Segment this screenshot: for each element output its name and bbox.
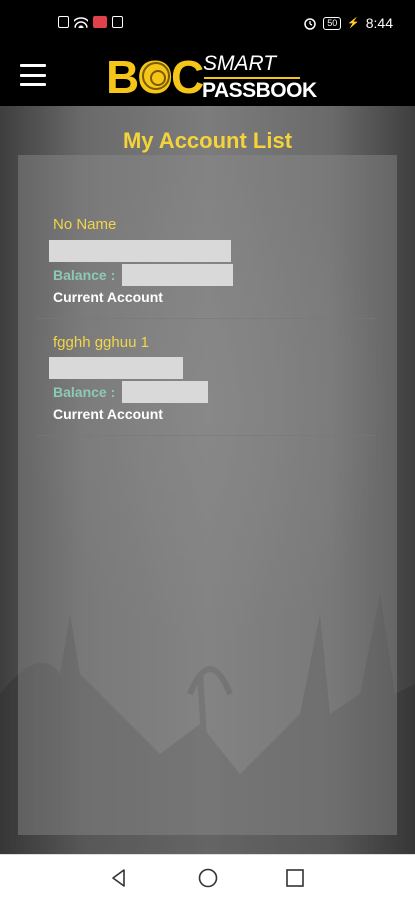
battery-icon: 50 [323,16,342,30]
balance-value-redacted [122,264,233,286]
sim-icon [58,16,69,28]
home-circle-icon[interactable] [197,867,219,889]
recents-square-icon[interactable] [284,867,306,889]
account-name: fgghh gghuu 1 [53,334,149,351]
main-content: My Account List No Name Balance : Curren… [0,106,415,854]
logo-passbook-text: PASSBOOK [202,79,317,102]
hamburger-menu-icon[interactable] [20,64,46,86]
account-type: Current Account [53,289,163,305]
logo-seal-icon [142,62,170,90]
system-navigation-bar [0,854,415,900]
message-icon [112,16,123,28]
balance-label: Balance : [53,384,116,400]
charging-icon: ⚡ [347,17,360,29]
account-divider [36,435,376,436]
account-number-redacted [49,357,183,379]
status-time: 8:44 [365,15,393,31]
app-header: BOC SMART PASSBOOK [0,48,415,106]
alarm-icon [304,18,317,30]
status-bar: 50 ⚡ 8:44 [0,0,415,48]
page-title: My Account List [122,128,293,153]
boc-smart-passbook-logo: BOC SMART PASSBOOK [106,51,317,103]
wifi-icon [74,16,88,28]
account-number-redacted [49,240,231,262]
status-notification-icons [58,16,123,28]
status-system-icons: 50 ⚡ 8:44 [303,15,393,31]
app-notification-icon [93,16,107,28]
account-list-panel: No Name Balance : Current Account fgghh … [18,155,397,835]
balance-value-redacted [122,381,208,403]
account-divider [36,318,376,319]
account-name: No Name [53,216,117,233]
balance-label: Balance : [53,267,116,283]
account-type: Current Account [53,406,163,422]
back-triangle-icon[interactable] [108,867,130,889]
account-list-item[interactable]: No Name Balance : Current Account [36,210,376,320]
logo-smart-text: SMART [203,52,277,75]
account-list-item[interactable]: fgghh gghuu 1 Balance : Current Account [36,327,376,437]
